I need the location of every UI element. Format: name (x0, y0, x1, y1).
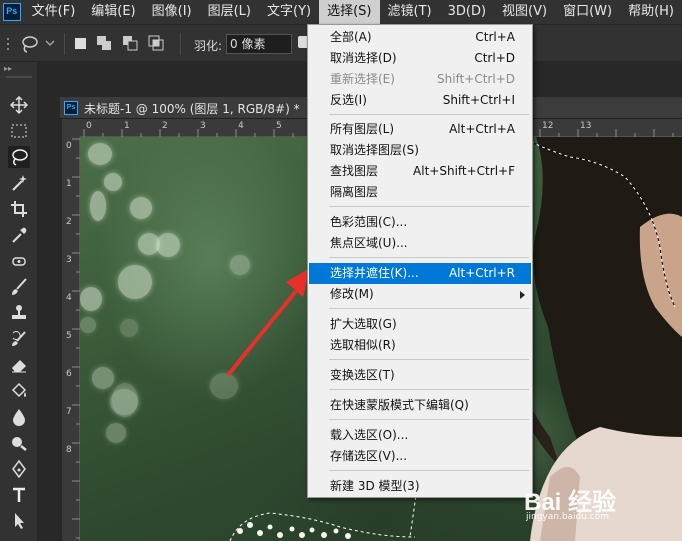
menu-item-color-range[interactable]: 色彩范围(C)... (309, 212, 531, 233)
menu-separator (329, 359, 529, 360)
baidu-jingyan-watermark: Bai 经验 jingyan.baidu.com (524, 482, 616, 522)
menu-item-isolate-layers[interactable]: 隔离图层 (309, 182, 531, 203)
menu-item-find-layers[interactable]: 查找图层 Alt+Shift+Ctrl+F (309, 161, 531, 182)
menu-item-focus-area[interactable]: 焦点区域(U)... (309, 233, 531, 254)
menu-item-load-selection[interactable]: 载入选区(O)... (309, 425, 531, 446)
menu-item-quick-mask[interactable]: 在快速蒙版模式下编辑(Q) (309, 395, 531, 416)
menu-separator (329, 114, 529, 115)
menu-separator (329, 257, 529, 258)
menu-item-transform-selection[interactable]: 变换选区(T) (309, 365, 531, 386)
menu-separator (329, 419, 529, 420)
menu-item-new-3d-model[interactable]: 新建 3D 模型(3) (309, 476, 531, 497)
menu-item-similar[interactable]: 选取相似(R) (309, 335, 531, 356)
menu-item-deselect[interactable]: 取消选择(D) Ctrl+D (309, 48, 531, 69)
menu-item-all-layers[interactable]: 所有图层(L) Alt+Ctrl+A (309, 119, 531, 140)
menu-item-grow[interactable]: 扩大选取(G) (309, 314, 531, 335)
menu-separator (329, 470, 529, 471)
menu-item-inverse[interactable]: 反选(I) Shift+Ctrl+I (309, 90, 531, 111)
menu-separator (329, 308, 529, 309)
menu-separator (329, 206, 529, 207)
menu-item-select-and-mask[interactable]: 选择并遮住(K)... Alt+Ctrl+R (309, 263, 531, 284)
menu-item-save-selection[interactable]: 存储选区(V)... (309, 446, 531, 467)
menu-item-modify[interactable]: 修改(M) (309, 284, 531, 305)
watermark-url: jingyan.baidu.com (526, 512, 610, 522)
menu-separator (329, 389, 529, 390)
menu-item-deselect-layers[interactable]: 取消选择图层(S) (309, 140, 531, 161)
submenu-arrow-icon (520, 291, 525, 299)
menu-item-select-all[interactable]: 全部(A) Ctrl+A (309, 27, 531, 48)
menu-item-reselect[interactable]: 重新选择(E) Shift+Ctrl+D (309, 69, 531, 90)
select-menu-dropdown: 全部(A) Ctrl+A 取消选择(D) Ctrl+D 重新选择(E) Shif… (307, 24, 533, 498)
